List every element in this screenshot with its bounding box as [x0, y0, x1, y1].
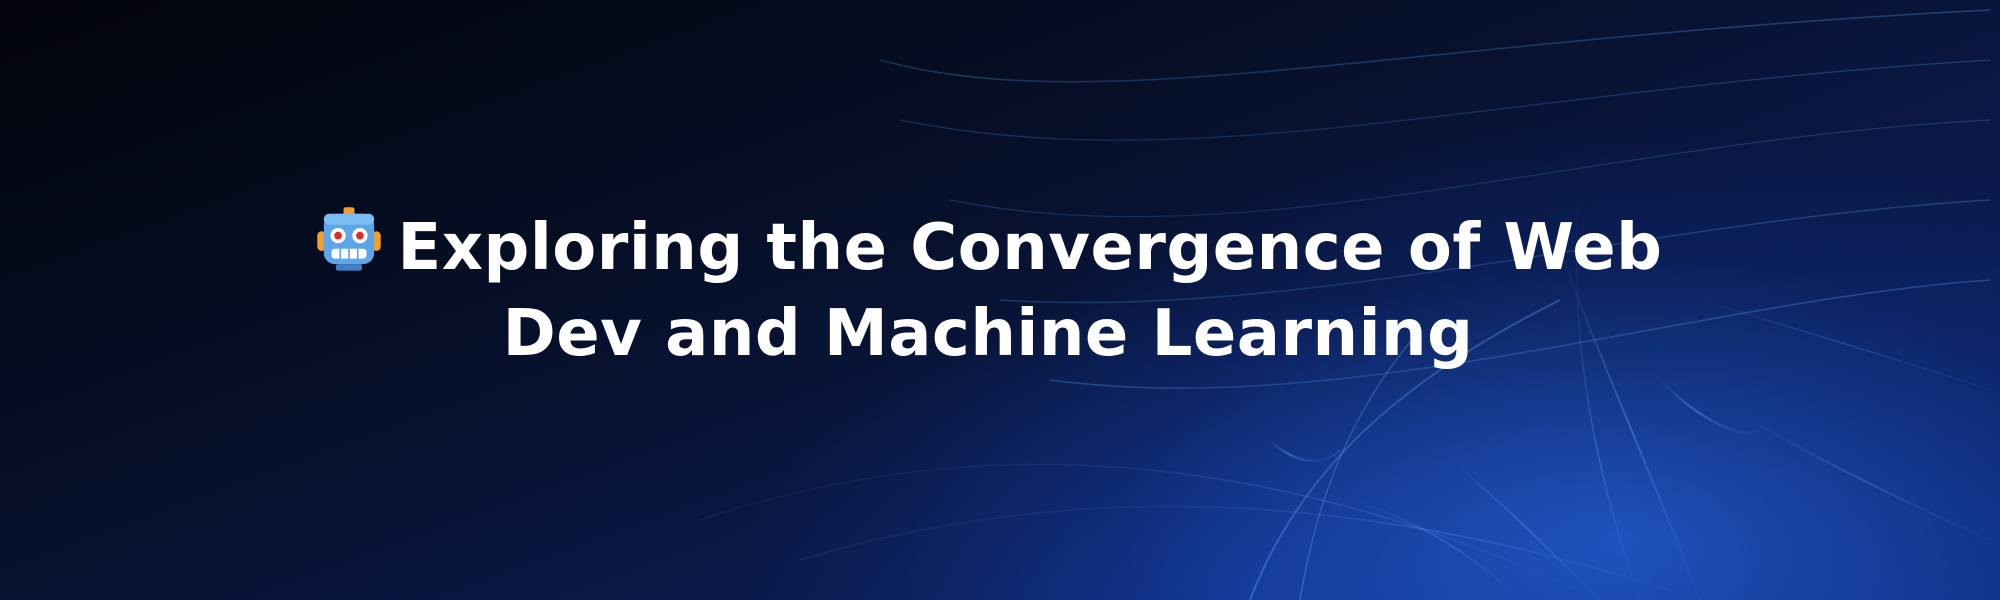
title-line-1: Exploring the Convergence of Web	[0, 205, 1988, 291]
hero-banner: Exploring the Convergence of Web Dev and…	[0, 0, 2000, 600]
banner-title: Exploring the Convergence of Web Dev and…	[0, 205, 2000, 377]
title-line-2: Dev and Machine Learning	[502, 297, 1474, 371]
title-line-1-text: Exploring the Convergence of Web	[397, 211, 1663, 285]
robot-face-icon	[314, 205, 384, 275]
